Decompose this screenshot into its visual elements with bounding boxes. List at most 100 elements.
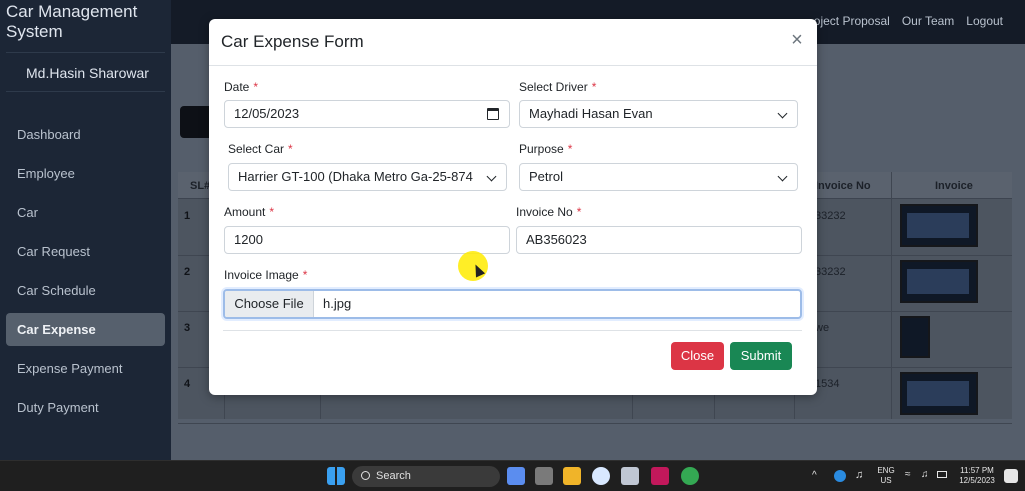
car-expense-modal: Car Expense Form × Date * 12/05/2023 Sele… <box>209 19 817 395</box>
row-sl: 1 <box>184 210 191 222</box>
sidebar-item-employee[interactable]: Employee <box>6 157 165 190</box>
language-indicator[interactable]: ENG US <box>874 466 898 486</box>
nav-link-our-team[interactable]: Our Team <box>902 14 954 28</box>
amount-input[interactable]: 1200 <box>224 226 510 254</box>
required-asterisk: * <box>269 205 275 219</box>
footer-divider <box>223 330 802 331</box>
row-sl: 2 <box>184 266 191 278</box>
required-asterisk: * <box>591 80 597 94</box>
driver-value: Mayhadi Hasan Evan <box>529 106 653 121</box>
app-icon[interactable] <box>592 467 610 485</box>
chevron-down-icon <box>777 171 788 182</box>
purpose-value: Petrol <box>529 169 563 184</box>
nav-link-project-proposal[interactable]: oject Proposal <box>814 14 890 28</box>
row-sl: 3 <box>184 322 191 334</box>
invoice-thumbnail[interactable] <box>900 204 978 247</box>
notification-icon[interactable] <box>1004 469 1018 483</box>
invoice-no-label: Invoice No * <box>516 205 581 219</box>
selected-file-name: h.jpg <box>323 296 352 311</box>
driver-select[interactable]: Mayhadi Hasan Evan <box>519 100 798 128</box>
invoice-thumbnail[interactable] <box>900 372 978 415</box>
lang-secondary: US <box>880 476 892 485</box>
submit-button[interactable]: Submit <box>730 342 792 370</box>
sidebar-nav: Dashboard Employee Car Car Request Car S… <box>6 118 165 430</box>
taskbar-search[interactable]: Search <box>352 466 500 487</box>
user-block: Md.Hasin Sharowar <box>6 52 165 92</box>
taskbar-search-label: Search <box>376 470 411 482</box>
required-asterisk: * <box>288 142 293 156</box>
chevron-up-icon[interactable]: ^ <box>812 471 817 481</box>
car-value: Harrier GT-100 (Dhaka Metro Ga-25-874 <box>238 169 473 184</box>
lang-primary: ENG <box>877 466 895 475</box>
file-explorer-icon[interactable] <box>563 467 581 485</box>
invoice-image-label-text: Invoice Image <box>224 268 299 282</box>
required-asterisk: * <box>302 268 308 282</box>
app-icon[interactable] <box>651 467 669 485</box>
wifi-icon[interactable]: ≈ <box>905 470 911 480</box>
invoice-image-file-input[interactable]: Choose File h.jpg <box>223 289 802 319</box>
sidebar-item-car[interactable]: Car <box>6 196 165 229</box>
purpose-select[interactable]: Petrol <box>519 163 798 191</box>
battery-icon[interactable] <box>937 471 947 478</box>
invoice-image-label: Invoice Image * <box>224 268 307 282</box>
top-nav-links: oject Proposal Our Team Logout <box>814 14 1003 28</box>
invoice-no-value: AB356023 <box>526 232 587 247</box>
invoice-thumbnail[interactable] <box>900 260 978 303</box>
invoice-no-label-text: Invoice No <box>516 205 573 219</box>
app-icon[interactable] <box>621 467 639 485</box>
car-label-text: Select Car <box>228 142 285 156</box>
date-input[interactable]: 12/05/2023 <box>224 100 510 128</box>
purpose-label: Purpose * <box>519 142 572 156</box>
required-asterisk: * <box>576 205 582 219</box>
purpose-label-text: Purpose <box>519 142 564 156</box>
amount-label-text: Amount <box>224 205 266 219</box>
driver-label-text: Select Driver <box>519 80 588 94</box>
task-view-icon[interactable] <box>535 467 553 485</box>
required-asterisk: * <box>567 142 573 156</box>
row-invoice-no: we <box>815 322 830 334</box>
date-label-text: Date <box>224 80 250 94</box>
sidebar-item-car-request[interactable]: Car Request <box>6 235 165 268</box>
calendar-icon[interactable] <box>487 108 499 120</box>
invoice-no-input[interactable]: AB356023 <box>516 226 802 254</box>
chrome-icon[interactable] <box>681 467 699 485</box>
clock[interactable]: 11:57 PM 12/5/2023 <box>955 466 999 486</box>
date-label: Date * <box>224 80 258 94</box>
volume-icon[interactable]: ♫ <box>921 470 929 480</box>
sidebar-item-car-schedule[interactable]: Car Schedule <box>6 274 165 307</box>
windows-taskbar: Search ^ ♫ ENG US ≈ ♫ 11:57 PM 12/5/2023 <box>0 460 1025 491</box>
amount-value: 1200 <box>234 232 263 247</box>
driver-label: Select Driver * <box>519 80 596 94</box>
search-icon <box>361 471 370 480</box>
close-icon[interactable]: × <box>787 30 807 51</box>
choose-file-button[interactable]: Choose File <box>225 291 314 317</box>
nav-link-logout[interactable]: Logout <box>966 14 1003 28</box>
sidebar-item-car-expense[interactable]: Car Expense <box>6 313 165 346</box>
user-name: Md.Hasin Sharowar <box>26 65 149 81</box>
clock-date: 12/5/2023 <box>959 476 995 485</box>
microphone-icon[interactable]: ♫ <box>855 470 863 481</box>
tray-app-icon[interactable] <box>834 470 846 482</box>
windows-start-icon[interactable] <box>327 467 345 485</box>
app-brand: Car Management System <box>6 2 138 41</box>
row-sl: 4 <box>184 378 191 390</box>
chevron-down-icon <box>777 108 788 119</box>
modal-title: Car Expense Form <box>221 32 364 51</box>
sidebar-item-expense-payment[interactable]: Expense Payment <box>6 352 165 385</box>
required-asterisk: * <box>253 80 259 94</box>
column-header-invoice-no: Invoice No <box>815 180 871 192</box>
amount-label: Amount * <box>224 205 274 219</box>
row-invoice-no: 33232 <box>815 266 846 278</box>
car-select[interactable]: Harrier GT-100 (Dhaka Metro Ga-25-874 <box>228 163 507 191</box>
row-invoice-no: 1534 <box>815 378 840 390</box>
sidebar-item-dashboard[interactable]: Dashboard <box>6 118 165 151</box>
row-invoice-no: 33232 <box>815 210 846 222</box>
close-button[interactable]: Close <box>671 342 724 370</box>
car-label: Select Car * <box>228 142 293 156</box>
clock-time: 11:57 PM <box>960 466 994 475</box>
sidebar-item-duty-payment[interactable]: Duty Payment <box>6 391 165 424</box>
invoice-thumbnail[interactable] <box>900 316 930 358</box>
copilot-icon[interactable] <box>507 467 525 485</box>
date-value: 12/05/2023 <box>234 106 300 121</box>
column-header-sl: SL# <box>190 180 211 192</box>
